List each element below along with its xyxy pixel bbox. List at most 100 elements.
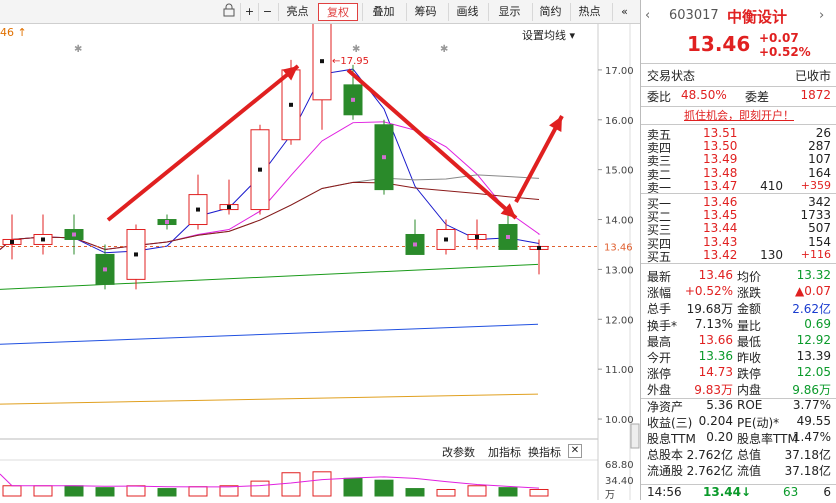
ma60-line: [0, 263, 539, 290]
sell-level-4[interactable]: 卖四 13.50 287: [641, 139, 836, 155]
zoom-in-button[interactable]: +: [240, 3, 258, 21]
stat-label: 最高: [647, 334, 672, 349]
candle-marker: [41, 237, 45, 242]
indicator-tab-2[interactable]: 换指标: [528, 444, 561, 460]
level-price: 13.50: [703, 139, 738, 154]
quote-panel: ‹ 603017 中衡设计 › 13.46 +0.07 +0.52% 交易状态 …: [640, 0, 836, 500]
kline-chart[interactable]: 17.00 16.00 15.00 14.00 13.00 12.00 11.00 10.00…: [0, 22, 640, 501]
vol-unit-label: 万: [605, 490, 615, 500]
stat-value: 13.32: [796, 268, 831, 282]
divider: [641, 193, 836, 194]
toolbar-item-0[interactable]: 亮点: [278, 3, 316, 21]
stat-label: 股息率TTM: [737, 432, 798, 446]
toolbar-scroll-button[interactable]: «: [612, 3, 636, 21]
level-price: 13.45: [703, 208, 738, 223]
sell-level-1[interactable]: 卖一 13.47 410 +359: [641, 178, 836, 195]
stat-value: 13.66: [698, 332, 733, 347]
stock-code: 603017: [669, 8, 719, 23]
toolbar-item-5[interactable]: 显示: [488, 3, 530, 21]
stat-row: 净资产 5.36 ROE 3.77%: [641, 398, 836, 414]
level-volume: 507: [808, 221, 831, 236]
close-indicator-icon[interactable]: ✕: [568, 444, 582, 458]
ma-settings-button[interactable]: 设置均线 ▾: [522, 27, 575, 43]
buy-level-1[interactable]: 买一 13.46 342: [641, 195, 836, 211]
level-volume: 107: [808, 152, 831, 167]
stat-value: 12.05: [796, 365, 831, 380]
volume-bar: [498, 487, 518, 497]
high-annotation-value: 17.95: [340, 56, 370, 67]
indicator-tab-0[interactable]: 改参数: [442, 444, 475, 460]
level-price: 13.46: [703, 195, 738, 209]
buy-level-3[interactable]: 买三 13.44 507: [641, 221, 836, 237]
stat-label: 总值: [737, 448, 762, 463]
toolbar-item-2[interactable]: 叠加: [362, 3, 404, 21]
sell-level-5[interactable]: 卖五 13.51 26: [641, 126, 836, 142]
stat-label: 金额: [737, 302, 762, 317]
stat-row: 换手* 7.13% 量比 0.69: [641, 317, 836, 333]
stat-label: 涨幅: [647, 286, 672, 301]
toolbar-item-6[interactable]: 简约: [532, 3, 568, 21]
candle-marker: [444, 237, 448, 242]
open-account-banner[interactable]: 抓住机会，即刻开户！: [641, 107, 836, 123]
star-marker-icon: ✱: [74, 44, 82, 55]
stat-value: 0.204: [698, 413, 733, 428]
trend-arrow-rebound: [514, 115, 564, 203]
level-volume: 342: [808, 195, 831, 209]
stat-label: 总手: [647, 302, 672, 317]
toolbar-item-1[interactable]: 复权: [318, 3, 358, 21]
divider: [641, 124, 836, 125]
stat-label: 最低: [737, 334, 762, 349]
candle-marker: [134, 252, 138, 257]
ma120-line: [0, 323, 539, 345]
stat-value: 2.762亿: [686, 464, 733, 479]
volume-bar: [126, 485, 146, 497]
stat-value: 7.13%: [694, 316, 733, 331]
level-price: 13.47: [703, 178, 738, 193]
status-value: 已收市: [794, 69, 831, 83]
level-price: 13.43: [703, 234, 738, 249]
lock-icon[interactable]: [218, 3, 240, 21]
stat-row: 最新 13.46 均价 13.32: [641, 268, 836, 284]
stat-row: 总股本 2.762亿 总值 37.18亿: [641, 446, 836, 462]
sell-level-3[interactable]: 卖三 13.49 107: [641, 152, 836, 168]
divider: [641, 86, 836, 87]
stat-value: 13.36: [698, 349, 733, 363]
stat-label: 外盘: [647, 383, 672, 398]
zoom-out-button[interactable]: −: [258, 3, 276, 21]
forward-arrow-icon[interactable]: ›: [819, 8, 824, 23]
status-label: 交易状态: [647, 69, 696, 83]
status-row: 交易状态 已收市: [641, 67, 836, 85]
stat-value: 2.762亿: [686, 448, 733, 463]
divider: [641, 263, 836, 264]
kline-chart-area[interactable]: 17.00 16.00 15.00 14.00 13.00 12.00 11.00 10.00…: [0, 22, 640, 501]
back-arrow-icon[interactable]: ‹: [645, 8, 650, 23]
stat-value: +0.52%: [684, 284, 733, 299]
chart-toolbar: + − 亮点 复权 叠加 筹码 画线 显示 简约 热点 «: [0, 0, 640, 24]
weibi-label: 委比: [647, 90, 672, 104]
top-left-value-text: 46: [0, 26, 14, 39]
toolbar-item-7[interactable]: 热点: [570, 3, 608, 21]
candle-marker: [413, 242, 417, 247]
indicator-tab-1[interactable]: 加指标: [488, 444, 521, 460]
level-volume: 410: [760, 178, 783, 193]
sell-level-2[interactable]: 卖二 13.48 164: [641, 165, 836, 182]
stat-label: 内盘: [737, 383, 762, 398]
level-delta: +359: [800, 178, 831, 192]
tick-price: 13.44: [703, 485, 741, 499]
buy-level-4[interactable]: 买四 13.43 154: [641, 234, 836, 251]
stat-value: 1.47%: [792, 430, 831, 444]
buy-level-5[interactable]: 买五 13.42 130 +116: [641, 248, 836, 264]
price-change-pct: +0.52%: [759, 45, 811, 59]
toolbar-item-4[interactable]: 画线: [448, 3, 486, 21]
level-price: 13.48: [703, 165, 738, 180]
buy-level-2[interactable]: 买二 13.45 1733: [641, 208, 836, 224]
y-tick-label: 15.00: [605, 166, 634, 177]
tick-down-arrow-icon: ↓: [741, 485, 752, 499]
toolbar-item-3[interactable]: 筹码: [406, 3, 444, 21]
y-tick-label: 13.00: [605, 265, 634, 276]
volume-bar: [467, 485, 487, 497]
stat-row: 今开 13.36 昨收 13.39: [641, 349, 836, 365]
stat-label: 总股本: [647, 448, 684, 463]
star-marker-icon: ✱: [352, 44, 360, 55]
stat-value: 0.20: [706, 430, 733, 444]
